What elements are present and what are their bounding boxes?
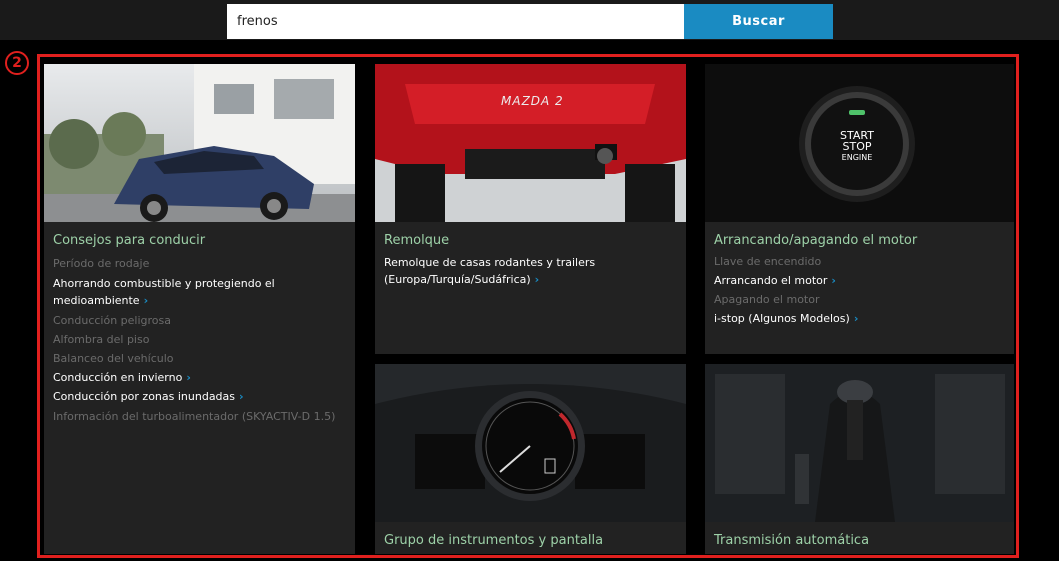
link-trailer-towing[interactable]: Remolque de casas rodantes y trailers (E… [384, 252, 678, 290]
chevron-right-icon: › [831, 274, 836, 287]
engine-text: ENGINE [841, 153, 873, 162]
transmission-image [705, 364, 1014, 522]
link-label: Conducción en invierno [53, 371, 183, 384]
search-button[interactable]: Buscar [684, 4, 833, 39]
engine-links: Llave de encendido Arrancando el motor › … [714, 252, 1006, 328]
chevron-right-icon: › [239, 390, 244, 403]
link-label: i-stop (Algunos Modelos) [714, 312, 850, 325]
card-automatic-transmission: Transmisión automática [705, 364, 1014, 554]
annotation-number: 2 [5, 51, 29, 75]
search-input[interactable]: frenos [227, 4, 684, 39]
towing-image: MAZDA 2 [375, 64, 686, 222]
card-driving-tips: Consejos para conducir Período de rodaje… [44, 64, 355, 554]
card-title: Arrancando/apagando el motor [714, 233, 918, 248]
link-fuel-saving[interactable]: Ahorrando combustible y protegiendo el m… [53, 273, 347, 311]
chevron-right-icon: › [534, 273, 540, 286]
driving-tips-image [44, 64, 355, 222]
link-i-stop[interactable]: i-stop (Algunos Modelos) › [714, 309, 1006, 328]
card-instrument-cluster: Grupo de instrumentos y pantalla [375, 364, 686, 554]
card-title: Grupo de instrumentos y pantalla [384, 533, 604, 548]
card-towing: MAZDA 2 Remolque Remolque de casas rodan… [375, 64, 686, 354]
link-stopping-engine: Apagando el motor [714, 293, 820, 306]
towing-links: Remolque de casas rodantes y trailers (E… [384, 252, 678, 290]
card-title: Transmisión automática [714, 533, 870, 548]
link-label: Conducción por zonas inundadas [53, 390, 236, 403]
link-label: Remolque de casas rodantes y trailers (E… [384, 256, 596, 286]
start-stop-label: START STOP ENGINE [815, 130, 899, 163]
link-break-in-period: Período de rodaje [53, 257, 150, 270]
engine-start-button-image: START STOP ENGINE [705, 64, 1014, 222]
link-flooded-roads[interactable]: Conducción por zonas inundadas › [53, 387, 347, 406]
card-title: Remolque [384, 233, 450, 248]
chevron-right-icon: › [853, 312, 859, 325]
link-hazardous-driving: Conducción peligrosa [53, 314, 172, 327]
search-input-value: frenos [237, 14, 278, 29]
chevron-right-icon: › [186, 371, 191, 384]
stop-text: STOP [842, 140, 872, 153]
link-label: Ahorrando combustible y protegiendo el m… [53, 277, 275, 307]
link-label: Arrancando el motor [714, 274, 828, 287]
card-engine-start-stop: START STOP ENGINE Arrancando/apagando el… [705, 64, 1014, 354]
annotation-marker: 2 [4, 50, 30, 76]
link-ignition-switch: Llave de encendido [714, 255, 822, 268]
link-rocking-vehicle: Balanceo del vehículo [53, 352, 174, 365]
instrument-cluster-image [375, 364, 686, 522]
link-turbocharger-info: Información del turboalimentador (SKYACT… [53, 410, 336, 423]
link-winter-driving[interactable]: Conducción en invierno › [53, 368, 347, 387]
car-model-badge: MAZDA 2 [501, 94, 564, 108]
card-title: Consejos para conducir [53, 233, 206, 248]
driving-tips-links: Período de rodaje Ahorrando combustible … [53, 254, 347, 427]
link-floor-mat: Alfombra del piso [53, 333, 150, 346]
chevron-right-icon: › [143, 294, 149, 307]
link-starting-engine[interactable]: Arrancando el motor › [714, 271, 1006, 290]
